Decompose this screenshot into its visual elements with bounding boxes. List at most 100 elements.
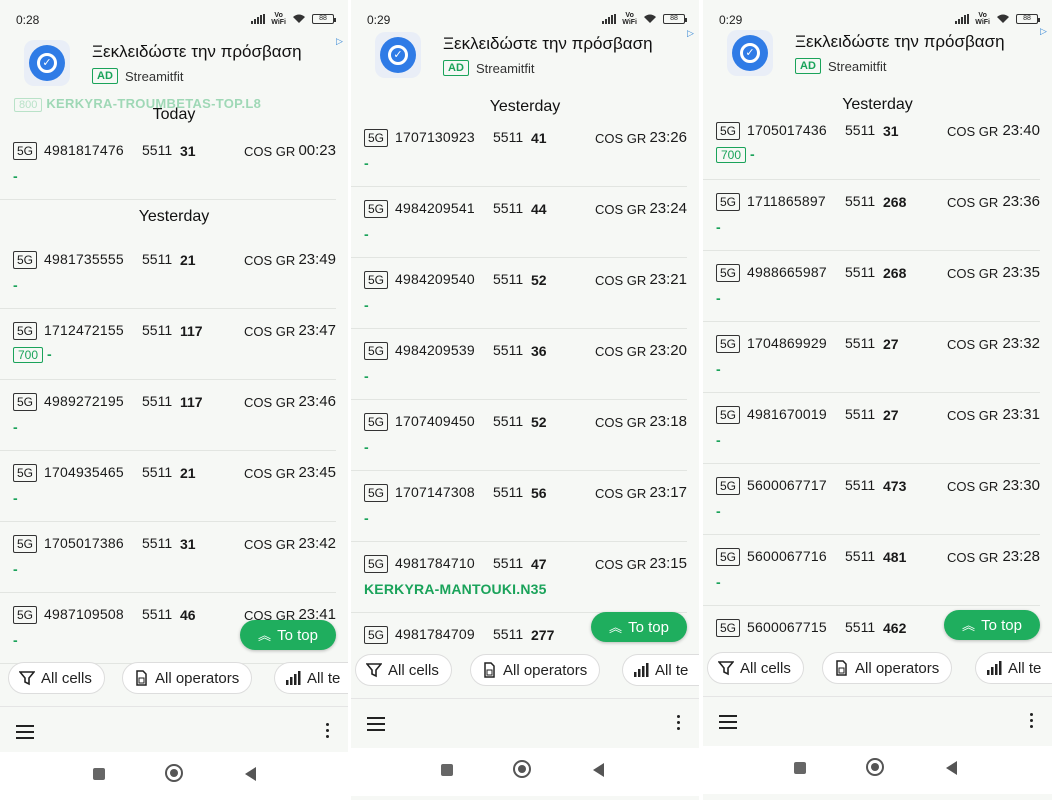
row-subline: 700- [13, 346, 52, 363]
row-subline: - [716, 219, 721, 235]
mcc-mnc: 5511 [845, 548, 876, 564]
home-icon[interactable] [513, 760, 531, 778]
table-row[interactable]: 5G 1707147308 5511 56 COS GR 23:17 - [351, 471, 687, 542]
table-row[interactable]: 5G 5600067716 5511 481 COS GR 23:28 - [703, 535, 1040, 606]
ad-choices-icon[interactable]: ▷ [1040, 26, 1052, 38]
table-row[interactable]: 5G 4981735555 5511 21 COS GR 23:49 - [0, 238, 336, 309]
cell-id: 1705017386 [44, 535, 124, 551]
table-row[interactable]: 5G 1707130923 5511 41 COS GR 23:26 - [351, 116, 687, 187]
cell-id: 1711865897 [747, 193, 826, 209]
ad-badge: AD [795, 58, 821, 74]
site-name: - [47, 346, 52, 362]
table-row[interactable]: 5G 4981670019 5511 27 COS GR 23:31 - [703, 393, 1040, 464]
network-type-badge: 5G [716, 264, 741, 282]
timestamp: 23:21 [649, 271, 687, 288]
table-row[interactable]: 5G 1707409450 5511 52 COS GR 23:18 - [351, 400, 687, 471]
ad-banner[interactable]: ✓ Ξεκλειδώστε την πρόσβαση AD Streamitfi… [703, 26, 1052, 78]
cell-id: 4987109508 [44, 606, 124, 622]
site-name: - [364, 226, 369, 242]
back-icon[interactable] [593, 763, 604, 777]
table-row[interactable]: 5G 5600067717 5511 473 COS GR 23:30 - [703, 464, 1040, 535]
table-row[interactable]: 5G 1704935465 5511 21 COS GR 23:45 - [0, 451, 336, 522]
recents-icon[interactable] [93, 768, 105, 780]
chip-all-technologies[interactable]: All te [622, 654, 699, 686]
table-row[interactable]: 5G 1704869929 5511 27 COS GR 23:32 - [703, 322, 1040, 393]
hamburger-menu-icon[interactable] [719, 715, 737, 729]
bottom-app-bar [703, 696, 1052, 748]
pci: 36 [531, 343, 547, 359]
chip-all-operators[interactable]: All operators [122, 662, 253, 694]
status-time: 0:29 [719, 13, 743, 27]
pci: 277 [531, 627, 555, 643]
table-row[interactable]: 5G 4984209540 5511 52 COS GR 23:21 - [351, 258, 687, 329]
operator: COS GR [595, 486, 647, 501]
more-vert-icon[interactable] [1030, 713, 1034, 731]
pci: 52 [531, 414, 547, 430]
timestamp: 23:30 [1002, 477, 1040, 494]
hamburger-menu-icon[interactable] [367, 717, 385, 731]
signal-bars-icon [286, 671, 301, 685]
mcc-mnc: 5511 [493, 413, 524, 429]
table-row[interactable]: 5G 4981784710 5511 47 COS GR 23:15 KERKY… [351, 542, 687, 613]
operator: COS GR [244, 144, 296, 159]
cell-id: 4989272195 [44, 393, 124, 409]
filter-icon [718, 661, 734, 676]
ad-title: Ξεκλειδώστε την πρόσβαση [443, 34, 653, 53]
chip-all-cells[interactable]: All cells [355, 654, 452, 686]
more-vert-icon[interactable] [677, 715, 681, 733]
timestamp: 23:24 [649, 200, 687, 217]
home-icon[interactable] [165, 764, 183, 782]
timestamp: 23:20 [649, 342, 687, 359]
table-row[interactable]: 5G 4989272195 5511 117 COS GR 23:46 - [0, 380, 336, 451]
ad-choices-icon[interactable]: ▷ [687, 28, 699, 40]
ad-choices-icon[interactable]: ▷ [336, 36, 348, 48]
network-type-badge: 5G [716, 548, 741, 566]
to-top-button[interactable]: ︽ To top [240, 620, 336, 650]
to-top-button[interactable]: ︽ To top [591, 612, 687, 642]
chip-all-technologies[interactable]: All te [274, 662, 348, 694]
chip-label: All te [1008, 659, 1042, 677]
table-row[interactable]: 5G 4988665987 5511 268 COS GR 23:35 - [703, 251, 1040, 322]
back-icon[interactable] [245, 767, 256, 781]
row-subline: 700- [716, 146, 755, 163]
ad-banner[interactable]: ✓ Ξεκλειδώστε την πρόσβαση AD Streamitfi… [351, 28, 699, 80]
table-row[interactable]: 5G 1705017386 5511 31 COS GR 23:42 - [0, 522, 336, 593]
pci: 47 [531, 556, 547, 572]
chip-all-technologies[interactable]: All te [975, 652, 1052, 684]
pci: 117 [180, 394, 203, 410]
table-row[interactable]: 5G 4981817476 5511 31 COS GR 00:23 - [0, 129, 336, 200]
back-icon[interactable] [946, 761, 957, 775]
recents-icon[interactable] [441, 764, 453, 776]
cell-id: 4981735555 [44, 251, 124, 267]
chip-all-cells[interactable]: All cells [707, 652, 804, 684]
hamburger-menu-icon[interactable] [16, 725, 34, 739]
mcc-mnc: 5511 [142, 535, 173, 551]
cell-id: 4981784709 [395, 626, 475, 642]
home-icon[interactable] [866, 758, 884, 776]
mcc-mnc: 5511 [142, 142, 173, 158]
ad-title: Ξεκλειδώστε την πρόσβαση [795, 32, 1005, 51]
table-row[interactable]: 5G 1705017436 5511 31 COS GR 23:40 700- [703, 109, 1040, 180]
status-icons: Vo WiFi 88 [251, 12, 336, 26]
table-row[interactable]: 5G 4984209541 5511 44 COS GR 23:24 - [351, 187, 687, 258]
ad-title: Ξεκλειδώστε την πρόσβαση [92, 42, 302, 61]
band-badge: 700 [716, 147, 747, 163]
recents-icon[interactable] [794, 762, 806, 774]
cell-id: 1707130923 [395, 129, 475, 145]
mcc-mnc: 5511 [845, 193, 876, 209]
ad-banner[interactable]: ✓ Ξεκλειδώστε την πρόσβαση AD Streamitfi… [0, 36, 348, 88]
timestamp: 23:35 [1002, 264, 1040, 281]
chip-all-operators[interactable]: All operators [470, 654, 601, 686]
signal-icon [251, 14, 266, 24]
more-vert-icon[interactable] [326, 723, 330, 741]
table-row[interactable]: 5G 1711865897 5511 268 COS GR 23:36 - [703, 180, 1040, 251]
operator: COS GR [244, 466, 296, 481]
to-top-button[interactable]: ︽ To top [944, 610, 1040, 640]
table-row[interactable]: 5G 1712472155 5511 117 COS GR 23:47 700- [0, 309, 336, 380]
table-row[interactable]: 5G 4984209539 5511 36 COS GR 23:20 - [351, 329, 687, 400]
site-name: - [13, 490, 18, 506]
operator: COS GR [947, 266, 999, 281]
chip-all-cells[interactable]: All cells [8, 662, 105, 694]
battery-icon: 88 [663, 14, 687, 24]
chip-all-operators[interactable]: All operators [822, 652, 953, 684]
